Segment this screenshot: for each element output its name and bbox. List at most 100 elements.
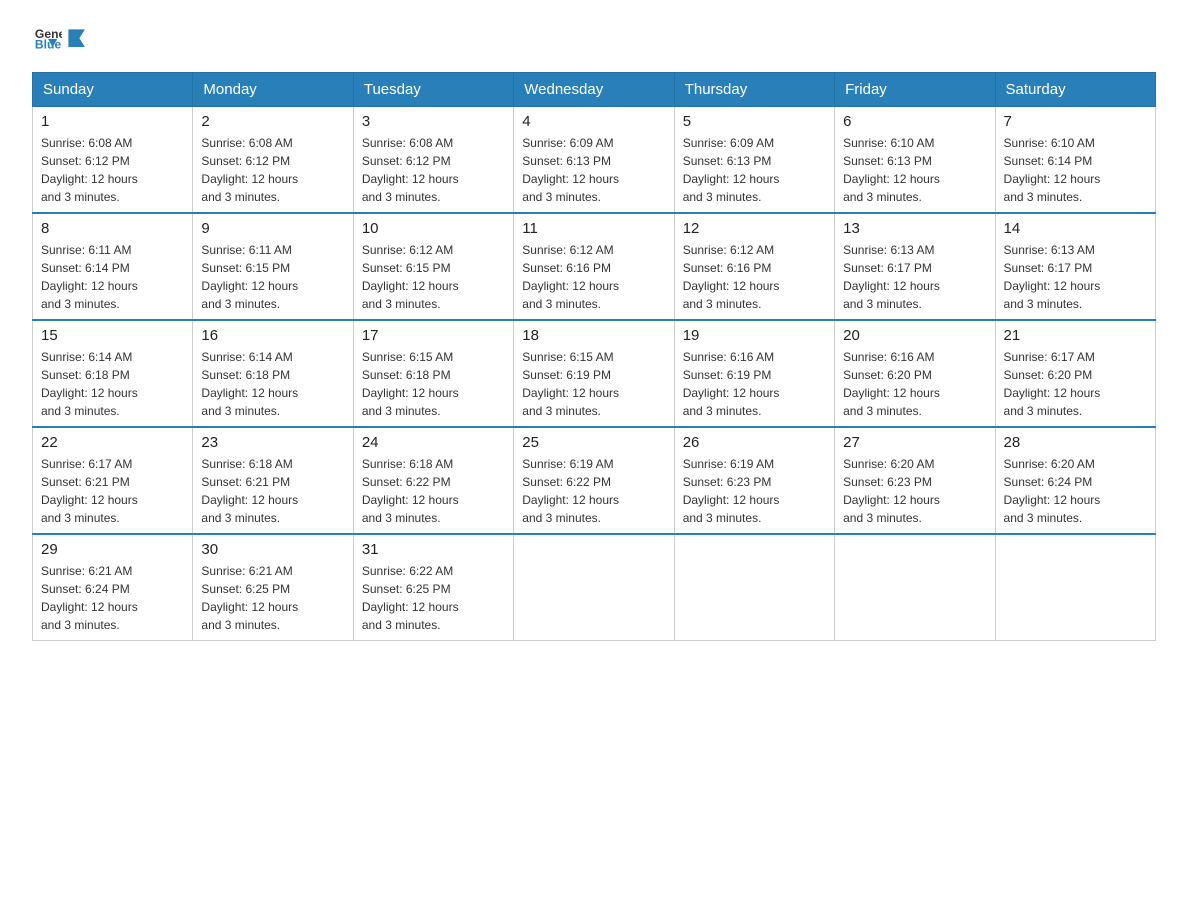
day-number: 22 bbox=[41, 434, 184, 451]
day-number: 5 bbox=[683, 113, 826, 130]
logo: General Blue bbox=[32, 24, 86, 52]
day-number: 23 bbox=[201, 434, 344, 451]
day-info: Sunrise: 6:22 AM Sunset: 6:25 PM Dayligh… bbox=[362, 562, 505, 634]
day-info: Sunrise: 6:20 AM Sunset: 6:24 PM Dayligh… bbox=[1004, 455, 1147, 527]
day-number: 19 bbox=[683, 327, 826, 344]
calendar-cell: 6 Sunrise: 6:10 AM Sunset: 6:13 PM Dayli… bbox=[835, 107, 995, 214]
day-number: 29 bbox=[41, 541, 184, 558]
day-info: Sunrise: 6:11 AM Sunset: 6:14 PM Dayligh… bbox=[41, 241, 184, 313]
day-number: 10 bbox=[362, 220, 505, 237]
header-wednesday: Wednesday bbox=[514, 73, 674, 107]
calendar-cell: 3 Sunrise: 6:08 AM Sunset: 6:12 PM Dayli… bbox=[353, 107, 513, 214]
day-info: Sunrise: 6:12 AM Sunset: 6:16 PM Dayligh… bbox=[522, 241, 665, 313]
calendar-cell: 27 Sunrise: 6:20 AM Sunset: 6:23 PM Dayl… bbox=[835, 427, 995, 534]
day-number: 24 bbox=[362, 434, 505, 451]
logo-icon: General Blue bbox=[34, 24, 62, 52]
day-info: Sunrise: 6:08 AM Sunset: 6:12 PM Dayligh… bbox=[41, 134, 184, 206]
day-number: 25 bbox=[522, 434, 665, 451]
day-info: Sunrise: 6:10 AM Sunset: 6:14 PM Dayligh… bbox=[1004, 134, 1147, 206]
calendar-cell: 24 Sunrise: 6:18 AM Sunset: 6:22 PM Dayl… bbox=[353, 427, 513, 534]
calendar-cell: 10 Sunrise: 6:12 AM Sunset: 6:15 PM Dayl… bbox=[353, 213, 513, 320]
day-info: Sunrise: 6:19 AM Sunset: 6:22 PM Dayligh… bbox=[522, 455, 665, 527]
calendar-cell: 19 Sunrise: 6:16 AM Sunset: 6:19 PM Dayl… bbox=[674, 320, 834, 427]
calendar-cell: 30 Sunrise: 6:21 AM Sunset: 6:25 PM Dayl… bbox=[193, 534, 353, 641]
day-number: 20 bbox=[843, 327, 986, 344]
calendar-week-4: 22 Sunrise: 6:17 AM Sunset: 6:21 PM Dayl… bbox=[33, 427, 1156, 534]
header-saturday: Saturday bbox=[995, 73, 1155, 107]
calendar-cell: 20 Sunrise: 6:16 AM Sunset: 6:20 PM Dayl… bbox=[835, 320, 995, 427]
day-info: Sunrise: 6:11 AM Sunset: 6:15 PM Dayligh… bbox=[201, 241, 344, 313]
day-number: 8 bbox=[41, 220, 184, 237]
calendar-cell: 7 Sunrise: 6:10 AM Sunset: 6:14 PM Dayli… bbox=[995, 107, 1155, 214]
calendar-cell: 29 Sunrise: 6:21 AM Sunset: 6:24 PM Dayl… bbox=[33, 534, 193, 641]
day-number: 1 bbox=[41, 113, 184, 130]
day-number: 6 bbox=[843, 113, 986, 130]
calendar-cell: 2 Sunrise: 6:08 AM Sunset: 6:12 PM Dayli… bbox=[193, 107, 353, 214]
calendar-week-3: 15 Sunrise: 6:14 AM Sunset: 6:18 PM Dayl… bbox=[33, 320, 1156, 427]
day-info: Sunrise: 6:18 AM Sunset: 6:21 PM Dayligh… bbox=[201, 455, 344, 527]
day-info: Sunrise: 6:13 AM Sunset: 6:17 PM Dayligh… bbox=[1004, 241, 1147, 313]
day-number: 27 bbox=[843, 434, 986, 451]
day-number: 28 bbox=[1004, 434, 1147, 451]
day-number: 4 bbox=[522, 113, 665, 130]
day-info: Sunrise: 6:14 AM Sunset: 6:18 PM Dayligh… bbox=[41, 348, 184, 420]
calendar-cell: 14 Sunrise: 6:13 AM Sunset: 6:17 PM Dayl… bbox=[995, 213, 1155, 320]
calendar-cell: 28 Sunrise: 6:20 AM Sunset: 6:24 PM Dayl… bbox=[995, 427, 1155, 534]
day-info: Sunrise: 6:21 AM Sunset: 6:24 PM Dayligh… bbox=[41, 562, 184, 634]
calendar-cell: 21 Sunrise: 6:17 AM Sunset: 6:20 PM Dayl… bbox=[995, 320, 1155, 427]
day-info: Sunrise: 6:16 AM Sunset: 6:20 PM Dayligh… bbox=[843, 348, 986, 420]
calendar-week-1: 1 Sunrise: 6:08 AM Sunset: 6:12 PM Dayli… bbox=[33, 107, 1156, 214]
calendar-cell bbox=[835, 534, 995, 641]
calendar-cell: 25 Sunrise: 6:19 AM Sunset: 6:22 PM Dayl… bbox=[514, 427, 674, 534]
day-info: Sunrise: 6:15 AM Sunset: 6:19 PM Dayligh… bbox=[522, 348, 665, 420]
day-number: 21 bbox=[1004, 327, 1147, 344]
day-info: Sunrise: 6:08 AM Sunset: 6:12 PM Dayligh… bbox=[362, 134, 505, 206]
calendar-header-row: Sunday Monday Tuesday Wednesday Thursday… bbox=[33, 73, 1156, 107]
calendar-cell: 9 Sunrise: 6:11 AM Sunset: 6:15 PM Dayli… bbox=[193, 213, 353, 320]
calendar-cell: 15 Sunrise: 6:14 AM Sunset: 6:18 PM Dayl… bbox=[33, 320, 193, 427]
day-number: 3 bbox=[362, 113, 505, 130]
day-number: 17 bbox=[362, 327, 505, 344]
header-tuesday: Tuesday bbox=[353, 73, 513, 107]
calendar-cell: 23 Sunrise: 6:18 AM Sunset: 6:21 PM Dayl… bbox=[193, 427, 353, 534]
calendar-cell: 17 Sunrise: 6:15 AM Sunset: 6:18 PM Dayl… bbox=[353, 320, 513, 427]
day-number: 2 bbox=[201, 113, 344, 130]
day-info: Sunrise: 6:13 AM Sunset: 6:17 PM Dayligh… bbox=[843, 241, 986, 313]
day-info: Sunrise: 6:21 AM Sunset: 6:25 PM Dayligh… bbox=[201, 562, 344, 634]
calendar-cell: 22 Sunrise: 6:17 AM Sunset: 6:21 PM Dayl… bbox=[33, 427, 193, 534]
header-sunday: Sunday bbox=[33, 73, 193, 107]
day-number: 18 bbox=[522, 327, 665, 344]
day-number: 11 bbox=[522, 220, 665, 237]
svg-text:Blue: Blue bbox=[35, 37, 62, 51]
day-info: Sunrise: 6:18 AM Sunset: 6:22 PM Dayligh… bbox=[362, 455, 505, 527]
calendar-cell: 13 Sunrise: 6:13 AM Sunset: 6:17 PM Dayl… bbox=[835, 213, 995, 320]
day-number: 15 bbox=[41, 327, 184, 344]
calendar-cell: 16 Sunrise: 6:14 AM Sunset: 6:18 PM Dayl… bbox=[193, 320, 353, 427]
day-info: Sunrise: 6:16 AM Sunset: 6:19 PM Dayligh… bbox=[683, 348, 826, 420]
calendar-cell: 11 Sunrise: 6:12 AM Sunset: 6:16 PM Dayl… bbox=[514, 213, 674, 320]
day-info: Sunrise: 6:09 AM Sunset: 6:13 PM Dayligh… bbox=[522, 134, 665, 206]
day-info: Sunrise: 6:14 AM Sunset: 6:18 PM Dayligh… bbox=[201, 348, 344, 420]
day-info: Sunrise: 6:12 AM Sunset: 6:15 PM Dayligh… bbox=[362, 241, 505, 313]
calendar-cell: 1 Sunrise: 6:08 AM Sunset: 6:12 PM Dayli… bbox=[33, 107, 193, 214]
day-info: Sunrise: 6:09 AM Sunset: 6:13 PM Dayligh… bbox=[683, 134, 826, 206]
day-info: Sunrise: 6:17 AM Sunset: 6:20 PM Dayligh… bbox=[1004, 348, 1147, 420]
day-number: 7 bbox=[1004, 113, 1147, 130]
calendar-week-5: 29 Sunrise: 6:21 AM Sunset: 6:24 PM Dayl… bbox=[33, 534, 1156, 641]
day-info: Sunrise: 6:08 AM Sunset: 6:12 PM Dayligh… bbox=[201, 134, 344, 206]
calendar-cell bbox=[995, 534, 1155, 641]
calendar-cell: 18 Sunrise: 6:15 AM Sunset: 6:19 PM Dayl… bbox=[514, 320, 674, 427]
day-info: Sunrise: 6:12 AM Sunset: 6:16 PM Dayligh… bbox=[683, 241, 826, 313]
calendar-cell: 26 Sunrise: 6:19 AM Sunset: 6:23 PM Dayl… bbox=[674, 427, 834, 534]
day-info: Sunrise: 6:17 AM Sunset: 6:21 PM Dayligh… bbox=[41, 455, 184, 527]
day-number: 12 bbox=[683, 220, 826, 237]
calendar-week-2: 8 Sunrise: 6:11 AM Sunset: 6:14 PM Dayli… bbox=[33, 213, 1156, 320]
day-number: 9 bbox=[201, 220, 344, 237]
day-number: 30 bbox=[201, 541, 344, 558]
day-number: 14 bbox=[1004, 220, 1147, 237]
page-header: General Blue bbox=[32, 24, 1156, 52]
calendar-cell: 12 Sunrise: 6:12 AM Sunset: 6:16 PM Dayl… bbox=[674, 213, 834, 320]
logo-flag-icon bbox=[64, 25, 86, 47]
header-thursday: Thursday bbox=[674, 73, 834, 107]
day-number: 31 bbox=[362, 541, 505, 558]
